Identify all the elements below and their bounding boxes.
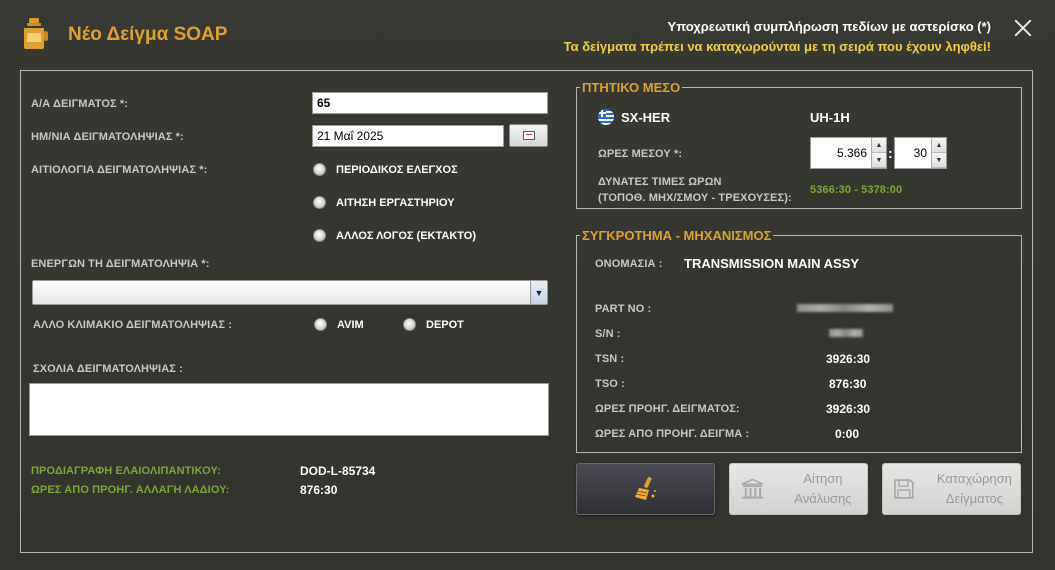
order-notice: Τα δείγματα πρέπει να καταχωρούνται με τ… <box>563 39 991 54</box>
window-title: Νέο Δείγμα SOAP <box>68 24 228 45</box>
hours-minutes-separator: : <box>888 145 893 161</box>
calendar-icon <box>522 131 535 140</box>
lubricant-spec-label: ΠΡΟΔΙΑΓΡΑΦΗ ΕΛΑΙΟΛΙΠΑΝΤΙΚΟΥ: <box>31 465 221 477</box>
prev-sample-hours-label: ΩΡΕΣ ΠΡΟΗΓ. ΔΕΙΓΜΑΤΟΣ: <box>595 403 740 415</box>
date-picker-button[interactable] <box>509 124 548 147</box>
level-radio-depot[interactable]: DEPOT <box>403 318 464 331</box>
radio-dot <box>313 229 326 242</box>
save-sample-label-1: Καταχώρηση <box>936 471 1012 486</box>
date-input[interactable]: 21 Μαΐ 2025 <box>312 125 504 147</box>
sample-no-label: Α/Α ΔΕΙΓΜΑΤΟΣ *: <box>31 98 128 110</box>
required-fields-notice: Υποχρεωτική συμπλήρωση πεδίων με αστερίσ… <box>667 19 991 34</box>
aircraft-minutes-value[interactable]: 30 <box>895 138 931 168</box>
reason-radio-lab-request[interactable]: ΑΙΤΗΣΗ ΕΡΓΑΣΤΗΡΙΟΥ <box>313 196 455 209</box>
aircraft-hours-value[interactable]: 5.366 <box>811 138 871 168</box>
performer-label: ΕΝΕΡΓΩΝ ΤΗ ΔΕΙΓΜΑΤΟΛΗΨΙΑ *: <box>31 258 210 270</box>
request-analysis-label-1: Αίτηση <box>803 471 843 486</box>
aircraft-group-title: ΠΤΗΤΙΚΟ ΜΕΣΟ <box>580 80 683 95</box>
radio-label: ΠΕΡΙΟΔΙΚΟΣ ΕΛΕΓΧΟΣ <box>336 163 458 176</box>
save-sample-button[interactable]: Καταχώρηση Δείγματος <box>882 463 1021 515</box>
lubricant-spec-value: DOD-L-85734 <box>300 464 376 478</box>
radio-label: ΑΛΛΟΣ ΛΟΓΟΣ (ΕΚΤΑΚΤΟ) <box>336 229 477 242</box>
other-level-label: ΑΛΛΟ ΚΛΙΜΑΚΙΟ ΔΕΙΓΜΑΤΟΛΗΨΙΑΣ : <box>33 319 232 331</box>
radio-dot <box>313 163 326 176</box>
radio-dot <box>403 318 416 331</box>
reason-label: ΑΙΤΙΟΛΟΓΙΑ ΔΕΙΓΜΑΤΟΛΗΨΙΑΣ *: <box>31 164 208 176</box>
radio-label: DEPOT <box>426 318 464 331</box>
hours-since-prev-value: 0:00 <box>835 427 860 441</box>
new-soap-sample-window: Νέο Δείγμα SOAP Υποχρεωτική συμπλήρωση π… <box>0 0 1055 570</box>
reason-radio-periodic[interactable]: ΠΕΡΙΟΔΙΚΟΣ ΕΛΕΓΧΟΣ <box>313 163 458 176</box>
comments-textarea[interactable] <box>29 383 549 436</box>
save-sample-label-2: Δείγματος <box>945 491 1004 506</box>
hours-since-prev-label: ΩΡΕΣ ΑΠΟ ΠΡΟΗΓ. ΔΕΙΓΜΑ : <box>595 428 750 440</box>
chevron-up-icon[interactable]: ▲ <box>932 138 946 153</box>
radio-label: ΑΙΤΗΣΗ ΕΡΓΑΣΤΗΡΙΟΥ <box>336 196 455 209</box>
tsn-label: TSN : <box>595 353 625 365</box>
component-group-title: ΣΥΓΚΡΟΤΗΜΑ - ΜΗΧΑΝΙΣΜΟΣ <box>580 228 774 243</box>
tsn-value: 3926:30 <box>826 352 871 366</box>
building-icon <box>741 478 764 499</box>
floppy-disk-icon <box>894 479 914 499</box>
tso-label: TSO : <box>595 378 625 390</box>
reason-radio-other[interactable]: ΑΛΛΟΣ ΛΟΓΟΣ (ΕΚΤΑΚΤΟ) <box>313 229 476 242</box>
aircraft-hours-label: ΩΡΕΣ ΜΕΣΟΥ *: <box>598 148 683 160</box>
request-analysis-button[interactable]: Αίτηση Ανάλυσης <box>729 463 868 515</box>
part-no-redacted <box>797 304 893 312</box>
sample-no-input[interactable]: 65 <box>312 92 548 114</box>
greece-flag-icon <box>598 109 614 125</box>
request-analysis-label-2: Ανάλυσης <box>794 491 852 506</box>
part-no-label: PART NO : <box>595 303 652 315</box>
tso-value: 876:30 <box>829 377 867 391</box>
prev-sample-hours-value: 3926:30 <box>826 402 871 416</box>
aircraft-hours-stepper[interactable]: 5.366 ▲ ▼ <box>810 137 887 169</box>
possible-hours-value: 5366:30 - 5378:00 <box>810 184 903 196</box>
chevron-down-icon[interactable]: ▼ <box>872 153 886 168</box>
close-icon[interactable] <box>1013 18 1033 38</box>
component-name-value: TRANSMISSION MAIN ASSY <box>684 256 860 271</box>
hours-since-oil-change-label: ΩΡΕΣ ΑΠΟ ΠΡΟΗΓ. ΑΛΛΑΓΗ ΛΑΔΙΟΥ: <box>31 484 230 496</box>
date-label: ΗΜ/ΝΙΑ ΔΕΙΓΜΑΤΟΛΗΨΙΑΣ *: <box>31 131 184 143</box>
radio-dot <box>313 196 326 209</box>
broom-icon <box>634 476 656 500</box>
sn-label: S/N : <box>595 328 621 340</box>
possible-hours-label-2: (ΤΟΠΟΘ. ΜΗΧ/ΣΜΟΥ - ΤΡΕΧΟΥΣΕΣ): <box>598 192 792 204</box>
possible-hours-label-1: ΔΥΝΑΤΕΣ ΤΙΜΕΣ ΩΡΩΝ <box>598 176 722 188</box>
chevron-up-icon[interactable]: ▲ <box>872 138 886 153</box>
level-radio-avim[interactable]: AVIM <box>314 318 364 331</box>
oil-bottle-icon <box>24 18 48 49</box>
radio-label: AVIM <box>337 318 364 331</box>
aircraft-minutes-stepper[interactable]: 30 ▲ ▼ <box>894 137 947 169</box>
chevron-down-icon[interactable]: ▼ <box>932 153 946 168</box>
chevron-down-icon[interactable]: ▼ <box>530 281 547 304</box>
aircraft-type: UH-1H <box>810 110 850 125</box>
component-name-label: ΟΝΟΜΑΣΙΑ : <box>595 258 663 270</box>
clear-form-button[interactable] <box>576 463 715 515</box>
radio-dot <box>314 318 327 331</box>
comments-label: ΣΧΟΛΙΑ ΔΕΙΓΜΑΤΟΛΗΨΙΑΣ : <box>33 363 183 375</box>
aircraft-registration: SX-HER <box>621 110 671 125</box>
hours-since-oil-change-value: 876:30 <box>300 483 338 497</box>
performer-dropdown[interactable]: ▼ <box>32 280 548 305</box>
sn-redacted <box>829 329 863 337</box>
